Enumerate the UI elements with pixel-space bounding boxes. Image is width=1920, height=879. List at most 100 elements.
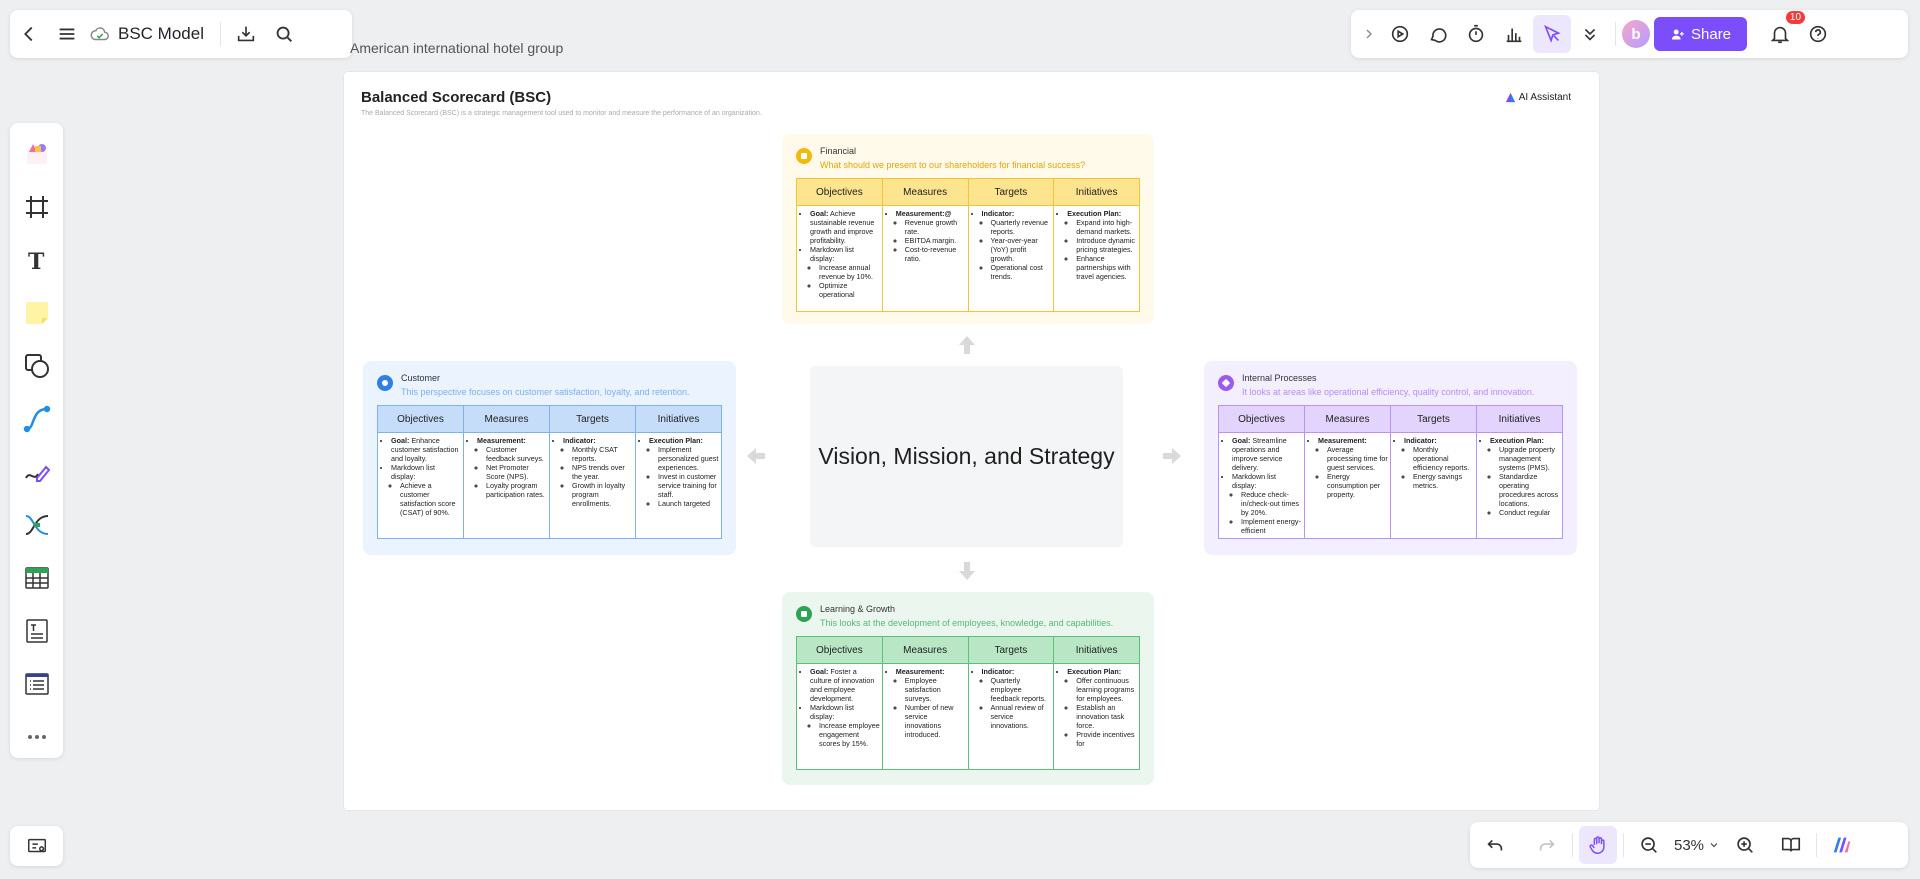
col-targets: Targets <box>1390 405 1477 433</box>
list-icon[interactable] <box>17 662 57 705</box>
connector-line-icon[interactable] <box>17 398 57 441</box>
col-objectives: Objectives <box>796 636 883 664</box>
table-cell: Measurement:Customer feedback surveys.Ne… <box>463 432 550 539</box>
table-cell: Goal: Enhance customer satisfaction and … <box>377 432 464 539</box>
arrow-right-icon <box>1163 448 1181 464</box>
customer-icon <box>377 375 393 391</box>
internal-processes-card[interactable]: Internal Processes It looks at areas lik… <box>1204 361 1577 555</box>
financial-icon <box>796 148 812 164</box>
search-icon[interactable] <box>265 15 303 53</box>
more-chevron-down-icon[interactable] <box>1571 15 1609 53</box>
minimap-toggle-icon[interactable] <box>18 827 56 865</box>
top-right-toolbar: b Share 10 <box>1351 10 1908 58</box>
board-title[interactable]: Balanced Scorecard (BSC) <box>361 89 551 106</box>
learning-growth-icon <box>796 606 812 622</box>
internal-processes-table[interactable]: Objectives Measures Targets Initiatives … <box>1218 405 1563 539</box>
share-button[interactable]: Share <box>1654 17 1748 51</box>
notification-bell-icon[interactable]: 10 <box>1761 11 1806 53</box>
arrow-down-icon <box>959 562 975 580</box>
internal-processes-icon <box>1218 375 1234 391</box>
financial-table[interactable]: Objectives Measures Targets Initiatives … <box>796 178 1140 312</box>
board-subtitle[interactable]: The Balanced Scorecard (BSC) is a strate… <box>361 110 762 117</box>
col-objectives: Objectives <box>1218 405 1305 433</box>
card-name: Financial <box>820 146 857 156</box>
board-canvas[interactable]: Balanced Scorecard (BSC) The Balanced Sc… <box>344 72 1599 810</box>
col-objectives: Objectives <box>796 178 883 206</box>
customer-card[interactable]: Customer This perspective focuses on cus… <box>363 361 736 555</box>
table-cell: Measurement:@Revenue growth rate.EBITDA … <box>881 205 969 312</box>
card-name: Learning & Growth <box>820 604 896 614</box>
vote-chart-icon[interactable] <box>1495 15 1533 53</box>
col-initiatives: Initiatives <box>635 405 722 433</box>
breadcrumb[interactable]: American international hotel group <box>350 40 563 56</box>
avatar[interactable]: b <box>1622 20 1650 48</box>
financial-card[interactable]: Financial What should we present to our … <box>782 134 1154 324</box>
hand-pan-icon[interactable] <box>1579 826 1617 864</box>
divider <box>1816 833 1818 857</box>
sticky-note-icon[interactable] <box>17 292 57 335</box>
zoom-in-icon[interactable] <box>1726 826 1764 864</box>
share-label: Share <box>1691 25 1732 43</box>
pen-draw-icon[interactable] <box>17 451 57 494</box>
timer-icon[interactable] <box>1457 15 1495 53</box>
zoom-out-icon[interactable] <box>1630 826 1668 864</box>
text-tool-icon[interactable]: T <box>17 239 57 282</box>
divider <box>1623 833 1624 857</box>
menu-icon[interactable] <box>48 15 86 53</box>
shapes-icon[interactable] <box>17 345 57 388</box>
col-targets: Targets <box>967 178 1055 206</box>
laser-pointer-icon[interactable] <box>1533 15 1571 53</box>
table-cell: Execution Plan:Upgrade property manageme… <box>1476 432 1563 539</box>
arrow-left-icon <box>747 448 765 464</box>
table-cell: Measurement:Average processing time for … <box>1304 432 1391 539</box>
col-measures: Measures <box>881 178 969 206</box>
table-cell: Execution Plan:Expand into high-demand m… <box>1053 205 1140 312</box>
cloud-sync-icon <box>86 15 114 53</box>
customer-table[interactable]: Objectives Measures Targets Initiatives … <box>377 405 722 539</box>
table-cell: Goal: Foster a culture of innovation and… <box>796 663 883 770</box>
card-description: This looks at the development of employe… <box>820 618 1114 628</box>
arrow-up-icon <box>959 336 975 354</box>
redo-icon[interactable] <box>1528 826 1566 864</box>
divider <box>219 22 221 46</box>
card-name: Customer <box>401 373 441 383</box>
table-cell: Indicator:Quarterly employee feedback re… <box>967 663 1055 770</box>
undo-icon[interactable] <box>1476 826 1514 864</box>
app-logo-icon[interactable] <box>1823 826 1861 864</box>
comment-icon[interactable] <box>1419 15 1457 53</box>
table-cell: Indicator:Monthly operational efficiency… <box>1390 432 1477 539</box>
add-user-icon <box>1671 29 1684 39</box>
col-initiatives: Initiatives <box>1476 405 1563 433</box>
table-cell: Measurement:Employee satisfaction survey… <box>881 663 969 770</box>
chevron-right-icon[interactable] <box>1357 15 1381 53</box>
vision-mission-strategy-box[interactable]: Vision, Mission, and Strategy <box>810 366 1123 547</box>
present-play-icon[interactable] <box>1381 15 1419 53</box>
document-title[interactable]: BSC Model <box>118 24 204 44</box>
table-cell: Indicator:Monthly CSAT reports.NPS trend… <box>549 432 636 539</box>
help-icon[interactable] <box>1799 15 1837 53</box>
col-measures: Measures <box>463 405 550 433</box>
ai-assistant-button[interactable]: AI Assistant <box>1505 92 1571 103</box>
learning-growth-table[interactable]: Objectives Measures Targets Initiatives … <box>796 636 1140 770</box>
templates-icon[interactable] <box>17 133 57 176</box>
back-icon[interactable] <box>10 15 48 53</box>
download-icon[interactable] <box>227 15 265 53</box>
col-initiatives: Initiatives <box>1053 636 1140 664</box>
divider <box>1572 833 1573 857</box>
frame-icon[interactable] <box>17 186 57 229</box>
col-measures: Measures <box>1304 405 1391 433</box>
mind-map-icon[interactable] <box>17 503 57 546</box>
svg-text:T: T <box>28 249 45 274</box>
learning-growth-card[interactable]: Learning & Growth This looks at the deve… <box>782 592 1154 785</box>
card-description: It looks at areas like operational effic… <box>1242 387 1535 397</box>
card-description: This perspective focuses on customer sat… <box>401 387 690 397</box>
bottom-left-panel <box>10 826 63 866</box>
table-icon[interactable] <box>17 556 57 599</box>
table-cell: Goal: Streamline operations and improve … <box>1218 432 1305 539</box>
text-document-icon[interactable] <box>17 609 57 652</box>
chevron-down-icon <box>1710 843 1718 848</box>
ai-assistant-label: AI Assistant <box>1518 92 1571 103</box>
more-tools-icon[interactable] <box>17 715 57 758</box>
zoom-level-dropdown[interactable]: 53% <box>1668 837 1726 854</box>
book-guide-icon[interactable] <box>1772 826 1810 864</box>
